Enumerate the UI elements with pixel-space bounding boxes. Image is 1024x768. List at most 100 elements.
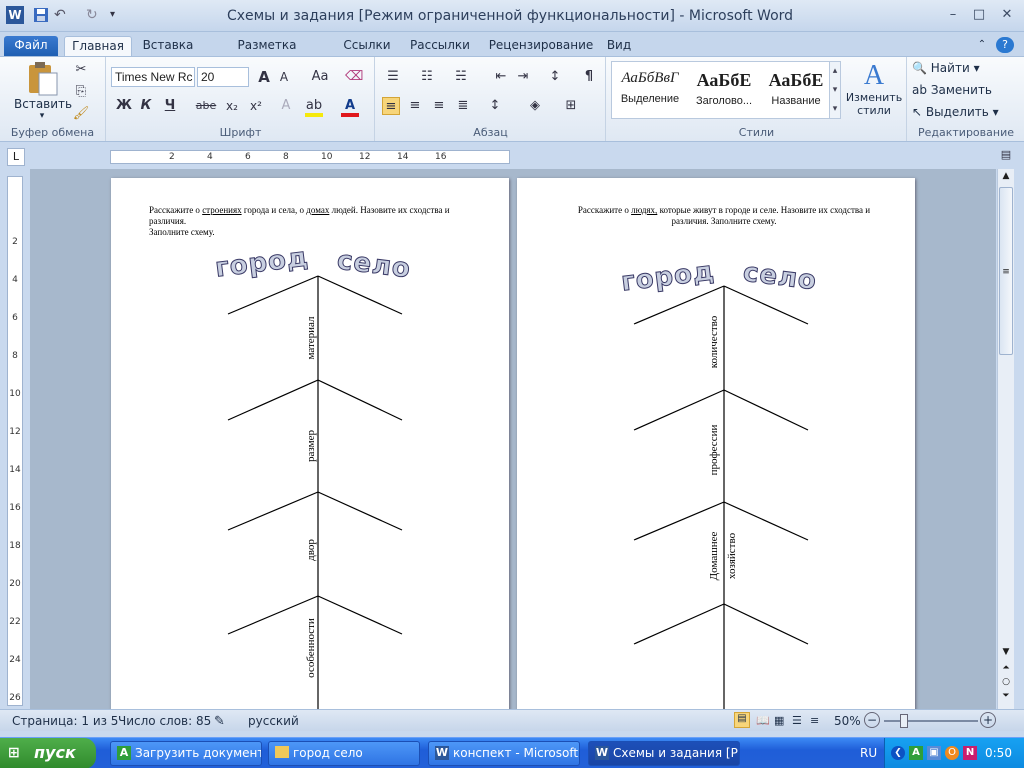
style-tile-title[interactable]: АаБбЕ Название bbox=[760, 70, 832, 122]
align-right-icon[interactable]: ≡ bbox=[430, 97, 448, 115]
cut-icon[interactable]: ✂ bbox=[72, 61, 90, 79]
line-spacing-icon[interactable]: ↕ bbox=[486, 97, 504, 115]
italic-button[interactable]: К bbox=[137, 97, 155, 115]
style-tile-emphasis[interactable]: АаБбВвГ Выделение bbox=[614, 70, 686, 122]
customize-icon[interactable]: ▾ bbox=[110, 6, 128, 24]
change-case-icon[interactable]: Aa bbox=[307, 68, 333, 86]
style-tile-heading[interactable]: АаБбЕ Заголово... bbox=[688, 70, 760, 122]
word-count[interactable]: Число слов: 85 bbox=[118, 714, 211, 728]
font-size-combo[interactable]: 20 bbox=[197, 67, 249, 87]
tab-home[interactable]: Главная bbox=[64, 36, 132, 56]
gallery-scroll[interactable]: ▴ ▾ ▾ bbox=[829, 61, 841, 119]
text-effects-icon[interactable]: A bbox=[277, 97, 295, 115]
proofing-icon[interactable]: ✎ bbox=[214, 714, 225, 729]
replace-button[interactable]: ab Заменить bbox=[912, 83, 992, 101]
start-button[interactable]: ⊞ пуск bbox=[0, 738, 96, 768]
redo-icon[interactable]: ↻ bbox=[86, 6, 104, 24]
task-konspekt[interactable]: Wконспект - Microsoft ... bbox=[428, 741, 580, 766]
align-left-icon[interactable]: ≡ bbox=[382, 97, 400, 115]
ribbon-collapse-icon[interactable]: ⌃ bbox=[974, 36, 990, 56]
windows-logo-icon: ⊞ bbox=[8, 745, 20, 761]
page-1[interactable]: Расскажите о строениях города и села, о … bbox=[111, 178, 509, 709]
underline-button[interactable]: Ч bbox=[161, 97, 179, 115]
prev-page-icon[interactable]: ⏶ bbox=[999, 663, 1013, 677]
view-ruler-icon[interactable]: ▤ bbox=[998, 148, 1014, 166]
find-button[interactable]: 🔍 Найти ▾ bbox=[912, 61, 980, 79]
format-painter-icon[interactable]: 🖌 bbox=[72, 105, 90, 123]
page-2[interactable]: Расскажите о людях, которые живут в горо… bbox=[517, 178, 915, 709]
change-styles-button[interactable]: A Изменить стили bbox=[845, 61, 903, 121]
paste-button[interactable]: Вставить ▾ bbox=[14, 61, 72, 123]
numbering-icon[interactable]: ☷ bbox=[418, 68, 436, 86]
bold-button[interactable]: Ж bbox=[115, 97, 133, 115]
tray-arrow-icon[interactable]: ❮ bbox=[891, 746, 905, 760]
page-count[interactable]: Страница: 1 из 5 bbox=[12, 714, 118, 728]
shading-icon[interactable]: ◈ bbox=[526, 97, 544, 115]
help-icon[interactable]: ? bbox=[996, 37, 1014, 53]
borders-icon[interactable]: ⊞ bbox=[562, 97, 580, 115]
scroll-down-icon[interactable]: ▼ bbox=[999, 647, 1013, 661]
zoom-slider-thumb[interactable] bbox=[900, 714, 908, 728]
outline-icon[interactable]: ☰ bbox=[792, 714, 802, 727]
reading-layout-icon[interactable]: 📖 bbox=[756, 714, 770, 727]
decrease-indent-icon[interactable]: ⇤ bbox=[492, 68, 510, 86]
maximize-button[interactable]: □ bbox=[966, 6, 992, 24]
task-schemes[interactable]: W Схемы и задания [Р... bbox=[588, 741, 740, 766]
increase-indent-icon[interactable]: ⇥ bbox=[514, 68, 532, 86]
zoom-in-icon[interactable]: + bbox=[980, 712, 996, 728]
scroll-up-icon[interactable]: ▲ bbox=[999, 171, 1013, 185]
zoom-level[interactable]: 50% bbox=[834, 714, 861, 728]
tab-insert[interactable]: Вставка bbox=[140, 36, 196, 56]
tab-references[interactable]: Ссылки bbox=[338, 36, 396, 56]
tab-review[interactable]: Рецензирование bbox=[484, 36, 598, 56]
tab-file[interactable]: Файл bbox=[4, 36, 58, 56]
subscript-button[interactable]: x₂ bbox=[221, 97, 243, 115]
horizontal-ruler[interactable]: 2 4 6 8 10 12 14 16 bbox=[110, 150, 510, 164]
tab-selector[interactable]: L bbox=[7, 148, 25, 166]
save-icon[interactable] bbox=[32, 6, 50, 24]
print-layout-icon[interactable]: ▤ bbox=[734, 712, 750, 728]
tab-page-layout[interactable]: Разметка страницы bbox=[206, 36, 328, 70]
strikethrough-button[interactable]: abe bbox=[195, 97, 217, 115]
select-button[interactable]: ↖ Выделить ▾ bbox=[912, 105, 999, 123]
undo-icon[interactable]: ↶ bbox=[54, 6, 72, 24]
bullets-icon[interactable]: ☰ bbox=[384, 68, 402, 86]
zoom-slider-track[interactable] bbox=[884, 720, 978, 722]
word-icon[interactable]: W bbox=[6, 6, 24, 24]
clock[interactable]: 0:50 bbox=[985, 746, 1012, 760]
sort-icon[interactable]: ↕ bbox=[546, 68, 564, 86]
browse-object-icon[interactable]: ○ bbox=[999, 677, 1013, 691]
copy-icon[interactable]: ⎘ bbox=[72, 83, 90, 101]
tray-opera-icon[interactable]: O bbox=[945, 746, 959, 760]
superscript-button[interactable]: x² bbox=[245, 97, 267, 115]
scroll-thumb[interactable]: ≡ bbox=[999, 187, 1013, 355]
next-page-icon[interactable]: ⏷ bbox=[999, 691, 1013, 705]
task-city-village-folder[interactable]: город село bbox=[268, 741, 420, 766]
style-sample: АаБбВвГ bbox=[621, 70, 679, 86]
minimize-button[interactable]: – bbox=[940, 6, 966, 24]
tab-view[interactable]: Вид bbox=[604, 36, 634, 56]
clear-format-icon[interactable]: ⌫ bbox=[345, 68, 363, 86]
multilevel-list-icon[interactable]: ☵ bbox=[452, 68, 470, 86]
draft-icon[interactable]: ≡ bbox=[810, 714, 819, 727]
task-upload-document[interactable]: A Загрузить документ... bbox=[110, 741, 262, 766]
highlight-icon[interactable]: ab bbox=[305, 97, 323, 117]
grow-font-icon[interactable]: A bbox=[255, 68, 273, 86]
tray-network-icon[interactable]: ▣ bbox=[927, 746, 941, 760]
close-button[interactable]: ✕ bbox=[994, 6, 1020, 24]
zoom-out-icon[interactable]: − bbox=[864, 712, 880, 728]
tray-app-icon[interactable]: A bbox=[909, 746, 923, 760]
vertical-ruler[interactable]: 2 4 6 8 10 12 14 16 18 20 22 24 26 bbox=[7, 176, 23, 706]
pilcrow-icon[interactable]: ¶ bbox=[580, 68, 598, 86]
shrink-font-icon[interactable]: A bbox=[275, 68, 293, 86]
font-name-combo[interactable]: Times New Rc bbox=[111, 67, 195, 87]
vertical-scrollbar[interactable]: ▲ ≡ ▼ ⏶ ○ ⏷ bbox=[997, 169, 1014, 709]
language-indicator[interactable]: RU bbox=[860, 746, 877, 760]
font-color-icon[interactable]: A bbox=[341, 97, 359, 117]
tray-onenote-icon[interactable]: N bbox=[963, 746, 977, 760]
align-center-icon[interactable]: ≡ bbox=[406, 97, 424, 115]
tab-mailings[interactable]: Рассылки bbox=[406, 36, 474, 56]
language[interactable]: русский bbox=[248, 714, 299, 728]
justify-icon[interactable]: ≣ bbox=[454, 97, 472, 115]
web-layout-icon[interactable]: ▦ bbox=[774, 714, 784, 727]
